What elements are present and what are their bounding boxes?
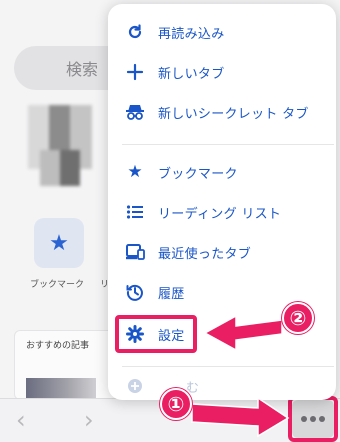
- arrow-to-more-button: [191, 396, 290, 438]
- callout-arrows: [191, 314, 290, 438]
- arrow-to-settings: [203, 314, 283, 352]
- step-2-badge: ②: [282, 302, 314, 334]
- step-1-badge: ①: [160, 388, 192, 420]
